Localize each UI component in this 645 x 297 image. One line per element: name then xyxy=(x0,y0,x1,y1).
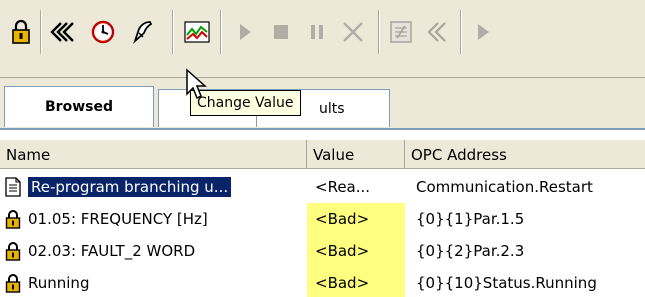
row-label: Running xyxy=(28,274,90,292)
rewind-button[interactable] xyxy=(420,14,454,50)
toolbar-separator xyxy=(460,10,462,54)
change-value-button[interactable] xyxy=(126,14,160,50)
name-cell: 02.03: FAULT_2 WORD xyxy=(0,235,310,267)
play-icon xyxy=(240,24,251,40)
address-cell: {0}{1}Par.1.5 xyxy=(416,210,525,228)
row-label: 02.03: FAULT_2 WORD xyxy=(28,242,196,260)
value-cell: <Rea... xyxy=(315,178,371,196)
column-header-address[interactable]: OPC Address xyxy=(405,140,645,169)
table-row[interactable]: Running <Bad> {0}{10}Status.Running xyxy=(0,267,645,297)
timer-button[interactable] xyxy=(86,14,120,50)
double-chevron-left-icon xyxy=(50,22,74,42)
calendar-button[interactable] xyxy=(384,14,418,50)
toolbar-separator xyxy=(220,10,222,54)
calendar-icon xyxy=(390,21,412,43)
toolbar xyxy=(0,0,645,78)
table-row[interactable]: Re-program branching u... <Rea... Commun… xyxy=(0,171,645,203)
name-cell: 01.05: FREQUENCY [Hz] xyxy=(0,203,310,235)
trend-button[interactable] xyxy=(180,14,214,50)
mouse-cursor-icon xyxy=(186,68,207,100)
pause-icon xyxy=(311,25,323,39)
stop-button[interactable] xyxy=(264,14,298,50)
play-icon xyxy=(478,24,489,40)
cross-icon xyxy=(343,22,363,42)
name-cell: Re-program branching u... xyxy=(0,171,310,203)
toolbar-separator xyxy=(378,10,380,54)
first-button[interactable] xyxy=(46,14,80,50)
lock-icon xyxy=(12,19,30,44)
toolbar-separator xyxy=(40,10,42,54)
pause-button[interactable] xyxy=(300,14,334,50)
table-row[interactable]: 02.03: FAULT_2 WORD <Bad> {0}{2}Par.2.3 xyxy=(0,235,645,267)
column-header-name[interactable]: Name xyxy=(0,140,307,169)
lock-icon xyxy=(4,272,22,294)
tab-underline xyxy=(0,128,645,130)
value-cell: <Bad> xyxy=(307,203,405,235)
value-cell: <Bad> xyxy=(307,267,405,297)
clock-icon xyxy=(91,20,115,44)
row-label: 01.05: FREQUENCY [Hz] xyxy=(28,210,208,228)
name-cell: Running xyxy=(0,267,310,297)
lock-icon xyxy=(4,208,22,230)
trend-chart-icon xyxy=(184,21,210,43)
address-cell: {0}{2}Par.2.3 xyxy=(416,242,525,260)
toolbar-separator xyxy=(172,10,174,54)
double-chevron-left-icon xyxy=(427,22,446,42)
tab-strip: Browsed ults xyxy=(0,78,645,130)
row-label: Re-program branching u... xyxy=(26,176,233,198)
address-cell: Communication.Restart xyxy=(416,178,593,196)
tab-browsed[interactable]: Browsed xyxy=(4,86,154,127)
lock-button[interactable] xyxy=(4,14,38,50)
table-row[interactable]: 01.05: FREQUENCY [Hz] <Bad> {0}{1}Par.1.… xyxy=(0,203,645,235)
value-cell: <Bad> xyxy=(307,235,405,267)
lock-icon xyxy=(4,240,22,262)
items-table: Name Value OPC Address Re-program branch… xyxy=(0,140,645,297)
table-header: Name Value OPC Address xyxy=(0,140,645,169)
play-button[interactable] xyxy=(228,14,262,50)
cancel-button[interactable] xyxy=(336,14,370,50)
forward-button[interactable] xyxy=(466,14,500,50)
stop-icon xyxy=(274,25,288,39)
column-header-value[interactable]: Value xyxy=(307,140,405,169)
pen-icon xyxy=(133,21,153,44)
document-icon xyxy=(4,176,22,198)
address-cell: {0}{10}Status.Running xyxy=(416,274,597,292)
